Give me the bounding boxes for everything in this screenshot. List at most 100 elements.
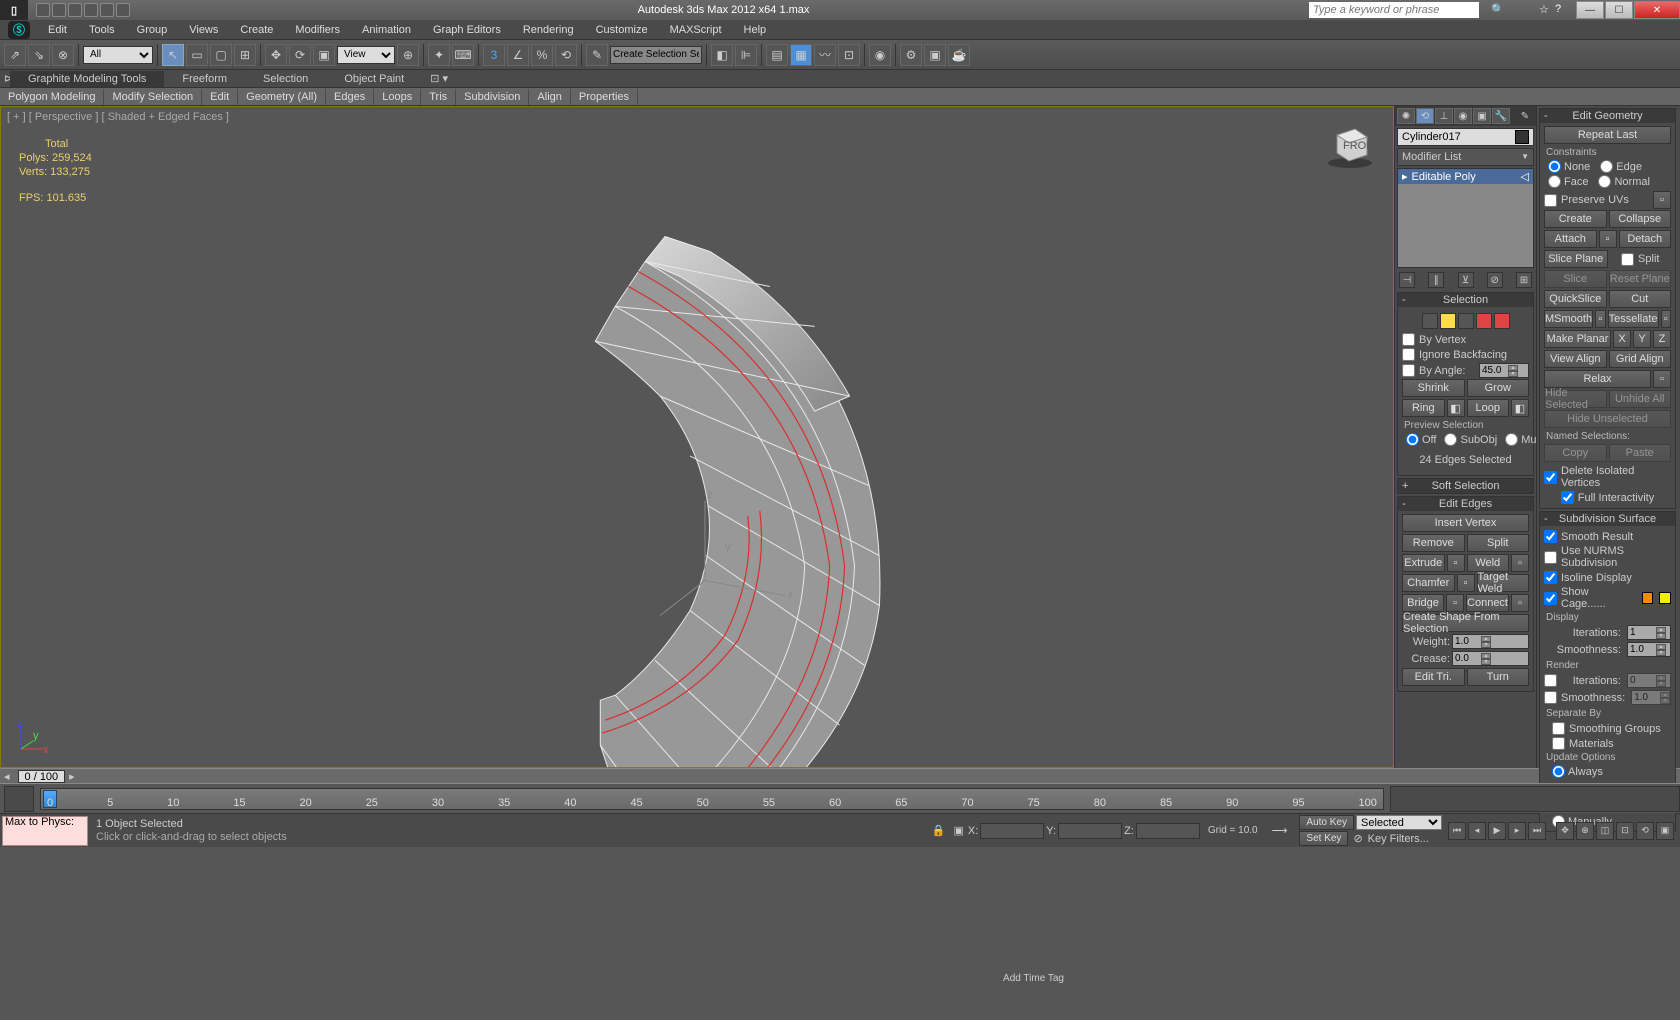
split-checkbox[interactable]: [1621, 253, 1634, 266]
viewport-perspective[interactable]: [ + ] [ Perspective ] [ Shaded + Edged F…: [0, 106, 1394, 768]
named-selection-input[interactable]: [610, 46, 702, 64]
percent-snap-icon[interactable]: %: [531, 44, 553, 66]
nav-maximize-icon[interactable]: ▣: [1656, 822, 1674, 840]
prev-frame-icon[interactable]: ◂: [1468, 822, 1486, 840]
configure-icon[interactable]: ⊞: [1516, 272, 1532, 288]
nav-zoomext-icon[interactable]: ⊡: [1616, 822, 1634, 840]
planar-x-button[interactable]: X: [1613, 330, 1631, 348]
paste-button[interactable]: Paste: [1609, 444, 1672, 462]
turn-button[interactable]: Turn: [1467, 668, 1530, 686]
key-icon[interactable]: [1507, 3, 1521, 17]
grow-button[interactable]: Grow: [1467, 379, 1530, 397]
ref-coord-dropdown[interactable]: View: [337, 46, 395, 64]
tab-display-icon[interactable]: ▣: [1473, 108, 1491, 124]
ribbon-opts-icon[interactable]: ⊡ ▾: [426, 70, 452, 87]
quickslice-button[interactable]: QuickSlice: [1544, 290, 1607, 308]
isolate-icon[interactable]: ▣: [949, 824, 967, 837]
tab-modify-icon[interactable]: ⟲: [1416, 108, 1434, 124]
menu-create[interactable]: Create: [230, 22, 283, 38]
materials-checkbox[interactable]: [1552, 737, 1565, 750]
ribbon-sub-align[interactable]: Align: [529, 89, 570, 105]
setkey-button[interactable]: Set Key: [1299, 831, 1348, 846]
nav-fov-icon[interactable]: ◫: [1596, 822, 1614, 840]
exchange-icon[interactable]: [1523, 3, 1537, 17]
tab-utilities-icon[interactable]: 🔧: [1492, 108, 1510, 124]
preserve-uvs-checkbox[interactable]: [1544, 194, 1557, 207]
render-smooth-checkbox[interactable]: [1544, 691, 1557, 704]
quick-access-toolbar[interactable]: [28, 3, 138, 17]
planar-y-button[interactable]: Y: [1633, 330, 1651, 348]
render-iter-checkbox[interactable]: [1544, 674, 1557, 687]
copy-button[interactable]: Copy: [1544, 444, 1607, 462]
insert-vertex-button[interactable]: Insert Vertex: [1402, 514, 1529, 532]
pin-stack-icon[interactable]: ⊣: [1399, 272, 1415, 288]
link-icon[interactable]: [116, 3, 130, 17]
hide-selected-button[interactable]: Hide Selected: [1544, 390, 1607, 408]
remove-button[interactable]: Remove: [1402, 534, 1465, 552]
ribbon-tab-graphite[interactable]: Graphite Modeling Tools: [10, 71, 164, 87]
tab-wand-icon[interactable]: ✎: [1516, 108, 1534, 124]
spinner-snap-icon[interactable]: ⟲: [555, 44, 577, 66]
ribbon-sub-properties[interactable]: Properties: [571, 89, 638, 105]
extrude-button[interactable]: Extrude: [1402, 554, 1445, 572]
msmooth-opt-icon[interactable]: ▫: [1595, 310, 1606, 328]
render-frame-icon[interactable]: ▣: [924, 44, 946, 66]
relax-button[interactable]: Relax: [1544, 370, 1651, 388]
viewcube[interactable]: FRONT: [1325, 119, 1375, 169]
extrude-opt-icon[interactable]: ▫: [1447, 554, 1465, 572]
autokey-button[interactable]: Auto Key: [1299, 815, 1354, 830]
keyboard-shortcut-icon[interactable]: ⌨: [452, 44, 474, 66]
maxscript-listener[interactable]: Max to Physc:: [2, 816, 88, 846]
frame-position[interactable]: 0 / 100: [18, 770, 66, 783]
save-icon[interactable]: [68, 3, 82, 17]
close-button[interactable]: ✕: [1634, 1, 1680, 19]
unhide-all-button[interactable]: Unhide All: [1609, 390, 1672, 408]
by-angle-checkbox[interactable]: [1402, 364, 1415, 377]
make-planar-button[interactable]: Make Planar: [1544, 330, 1611, 348]
cage-color2[interactable]: [1659, 592, 1671, 604]
select-object-icon[interactable]: ↖: [162, 44, 184, 66]
nav-zoom-icon[interactable]: ⊕: [1576, 822, 1594, 840]
command-panel-tabs[interactable]: ✺ ⟲ ⊥ ◉ ▣ 🔧 ✎: [1395, 106, 1536, 126]
hide-unselected-button[interactable]: Hide Unselected: [1544, 410, 1671, 428]
application-menu-icon[interactable]: Ⓢ: [8, 21, 30, 39]
play-icon[interactable]: ▶: [1488, 822, 1506, 840]
attach-opt-icon[interactable]: ▫: [1599, 230, 1617, 248]
loop-opt-icon[interactable]: ◧: [1511, 399, 1529, 417]
add-time-tag[interactable]: Add Time Tag: [570, 973, 1110, 984]
modifier-stack[interactable]: ▸ Editable Poly◁: [1397, 168, 1534, 268]
weight-spinner[interactable]: [1453, 635, 1481, 648]
ribbon-sub-edit[interactable]: Edit: [202, 89, 238, 105]
msmooth-button[interactable]: MSmooth: [1544, 310, 1593, 328]
new-icon[interactable]: [36, 3, 50, 17]
track-bar[interactable]: ◂ 0 / 100 ▸: [0, 768, 1680, 783]
menu-help[interactable]: Help: [734, 22, 777, 38]
tess-opt-icon[interactable]: ▫: [1661, 310, 1672, 328]
menu-edit[interactable]: Edit: [38, 22, 77, 38]
key-filters-button[interactable]: Key Filters...: [1368, 833, 1429, 845]
cut-button[interactable]: Cut: [1609, 290, 1672, 308]
star-icon[interactable]: ☆: [1539, 3, 1553, 17]
edit-named-sel-icon[interactable]: ✎: [586, 44, 608, 66]
show-cage-checkbox[interactable]: [1544, 592, 1557, 605]
pivot-icon[interactable]: ⊕: [397, 44, 419, 66]
menu-graph-editors[interactable]: Graph Editors: [423, 22, 511, 38]
by-angle-spinner[interactable]: [1480, 364, 1508, 377]
constraint-normal-radio[interactable]: [1598, 175, 1611, 188]
sm-groups-checkbox[interactable]: [1552, 722, 1565, 735]
smoothness-spinner[interactable]: [1628, 643, 1656, 656]
subobject-icons[interactable]: [1402, 310, 1529, 332]
menu-tools[interactable]: Tools: [79, 22, 125, 38]
preview-off-radio[interactable]: [1406, 433, 1419, 446]
next-frame-icon[interactable]: ▸: [1508, 822, 1526, 840]
constraint-edge-radio[interactable]: [1600, 160, 1613, 173]
slice-button[interactable]: Slice: [1544, 270, 1607, 288]
manipulate-icon[interactable]: ✦: [428, 44, 450, 66]
reset-plane-button[interactable]: Reset Plane: [1609, 270, 1672, 288]
collapse-button[interactable]: Collapse: [1609, 210, 1672, 228]
planar-z-button[interactable]: Z: [1653, 330, 1671, 348]
connect-opt-icon[interactable]: ▫: [1511, 594, 1529, 612]
create-shape-button[interactable]: Create Shape From Selection: [1402, 614, 1529, 632]
ribbon-tab-selection[interactable]: Selection: [245, 71, 326, 87]
relax-opt-icon[interactable]: ▫: [1653, 370, 1671, 388]
